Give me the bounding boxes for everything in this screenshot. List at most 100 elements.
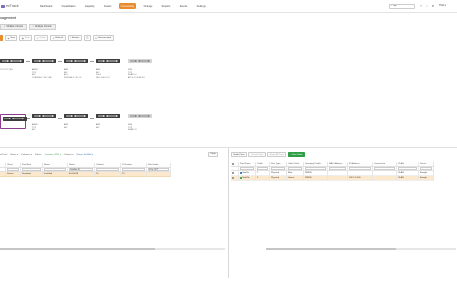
table-row[interactable]: Storno Standard Installed 4L6/0018 10 13: [0, 172, 227, 177]
device-card[interactable]: AW4 60C: [96, 114, 122, 129]
cell-value: Physical: [271, 172, 280, 174]
nav-item[interactable]: Settings: [195, 3, 208, 9]
table-cell: [373, 176, 397, 181]
device-meta: AW3 64C A C.I PCFF A.E.C / 4 / 2.0: [64, 69, 90, 79]
port-strip: [33, 60, 55, 62]
cell-value: Everyb: [420, 177, 427, 179]
device-card[interactable]: 3/9N T.2.2 SLAN C.C: [128, 114, 154, 132]
link-line: [26, 118, 30, 119]
table-cell: Green: [287, 176, 304, 181]
user-menu[interactable]: TMA ▾: [439, 4, 446, 7]
node-toolbar-button[interactable]: + New Node: [287, 152, 305, 157]
filter-chip[interactable]: Filters:: [35, 154, 42, 156]
device-rack-icon[interactable]: [64, 114, 88, 118]
device-card[interactable]: [0, 114, 27, 129]
column-filter-input[interactable]: [305, 167, 326, 171]
filter-chip[interactable]: ul Ports: [0, 154, 7, 156]
horizontal-scrollbar[interactable]: [266, 248, 456, 250]
row-checkbox[interactable]: [232, 172, 234, 174]
horizontal-scrollbar[interactable]: [0, 248, 225, 250]
column-filter-input[interactable]: [329, 167, 346, 171]
nav-item[interactable]: Assets: [102, 3, 114, 9]
toolbar-buttons: ◉ View ▣ Save ✕ Delete ↻ Refresh ≡ Actions ⎙ ⊞ Unass…: [5, 35, 116, 41]
device-rack-icon[interactable]: [0, 59, 24, 63]
vertical-splitter[interactable]: [228, 148, 229, 278]
device-card[interactable]: AW9H T.2.2 60C CONCE A C / 14 / 1.6B: [32, 59, 58, 79]
tab-item[interactable]: × Multiple Circuits: [28, 24, 56, 30]
nav-item[interactable]: Events: [178, 3, 190, 9]
nav-item[interactable]: Visualization: [60, 3, 78, 9]
print-icon[interactable]: ⎙: [83, 35, 91, 41]
toolbar-button[interactable]: ⊞ Unassociated: [92, 35, 114, 41]
column-filter-input[interactable]: [44, 168, 66, 172]
column-filter-input[interactable]: [96, 168, 119, 172]
toolbar-icon: ✕: [36, 37, 39, 40]
filter-chip[interactable]: Rows: ▾: [10, 153, 18, 156]
nav-item[interactable]: Reports: [160, 3, 173, 9]
column-filter-input[interactable]: [271, 167, 285, 171]
device-rack-icon[interactable]: [128, 114, 152, 118]
table-row[interactable]: Nw02b 2 Physical Green PR930 192.0.2.200 VLAN E…: [231, 176, 457, 181]
toolbar-button[interactable]: ≡ Actions: [67, 35, 82, 41]
filter-chip[interactable]: Location: 3781 ▾: [45, 153, 61, 156]
row-checkbox[interactable]: [232, 177, 234, 179]
filter-chip[interactable]: Cabinet: ▾: [64, 153, 74, 156]
node-toolbar-button[interactable]: Node Ports: [231, 152, 247, 157]
device-rack-icon[interactable]: [64, 59, 88, 63]
panel-toggle-button[interactable]: [0, 35, 3, 41]
column-header-label: Port Type: [271, 162, 281, 165]
toolbar-button[interactable]: ◉ View: [5, 35, 18, 41]
node-toolbar-button[interactable]: Create Ports: [248, 152, 266, 157]
nav-item[interactable]: Dashboard: [38, 3, 54, 9]
select-all-checkbox[interactable]: [232, 162, 234, 165]
column-filter-input[interactable]: [349, 167, 371, 171]
column-filter-input[interactable]: [7, 168, 19, 172]
scrollbar-thumb[interactable]: [266, 248, 396, 250]
toolbar-button[interactable]: ▣ Save: [19, 35, 33, 41]
filter-chip[interactable]: Columns: ▾: [21, 153, 32, 156]
column-filter-input[interactable]: XVn OPT: [148, 168, 169, 172]
device-card[interactable]: I T.C.5 T.2 | 8.8: [0, 59, 26, 72]
column-header-label: MAC Address: [329, 162, 343, 165]
column-filter-input[interactable]: [398, 167, 417, 171]
global-search-input[interactable]: ⌕ sign: [389, 3, 415, 9]
filter-chip[interactable]: Name: ScX000 ▾: [77, 153, 93, 156]
column-filter-input[interactable]: [22, 168, 41, 172]
device-card[interactable]: AW3 64C A C.I PCFF A.E.C / 4 / 2.0: [64, 59, 90, 79]
node-toolbar-button[interactable]: Show All Ports: [267, 152, 287, 157]
ports-grid: Client Port Area Name Name Cabinet U Position…: [0, 163, 227, 177]
clear-filters-button[interactable]: Clear: [208, 151, 219, 157]
app-logo[interactable]: ecTrack: [1, 4, 31, 8]
help-icon[interactable]: ?: [419, 4, 423, 8]
toolbar-button[interactable]: ✕ Delete: [34, 35, 49, 41]
tab-item[interactable]: × Multiple Circuits: [0, 24, 27, 30]
nav-item[interactable]: Connectivity: [118, 3, 137, 9]
port-strip: [1, 60, 23, 62]
device-rack-icon[interactable]: [96, 59, 120, 63]
notifications-icon[interactable]: ♪: [425, 4, 429, 8]
settings-icon[interactable]: ⚙: [431, 4, 435, 8]
toolbar-button[interactable]: ↻ Refresh: [50, 35, 66, 41]
column-filter-input[interactable]: [420, 167, 432, 171]
device-card[interactable]: AW4 60C D-4-4 DE.C 1 A.C.I.C.I: [96, 59, 122, 79]
device-rack-icon[interactable]: [96, 114, 120, 118]
cell-value: 1: [257, 172, 259, 174]
column-filter-input[interactable]: VadNet M: [69, 168, 93, 172]
column-filter-input[interactable]: [240, 167, 254, 171]
device-rack-icon[interactable]: [128, 59, 152, 63]
device-rack-icon[interactable]: [2, 116, 27, 121]
device-rack-icon[interactable]: [32, 59, 56, 63]
device-rack-icon[interactable]: [32, 114, 56, 118]
scrollbar-thumb[interactable]: [0, 248, 155, 250]
device-card[interactable]: AW3 64C: [64, 114, 90, 129]
column-filter-input[interactable]: [374, 167, 395, 171]
close-icon[interactable]: ×: [4, 26, 5, 28]
device-card[interactable]: 3/9N T.2.2 SLAN C.C ATC 4.2 / 20.FE 2.8: [128, 59, 154, 79]
column-filter-input[interactable]: [257, 167, 268, 171]
column-filter-input[interactable]: [122, 168, 145, 172]
column-filter-input[interactable]: [288, 167, 302, 171]
nav-item[interactable]: Capacity: [83, 3, 97, 9]
close-icon[interactable]: ×: [33, 26, 34, 28]
nav-item[interactable]: Change: [142, 3, 155, 9]
device-card[interactable]: AW9H T.2.2 60C: [32, 114, 58, 132]
